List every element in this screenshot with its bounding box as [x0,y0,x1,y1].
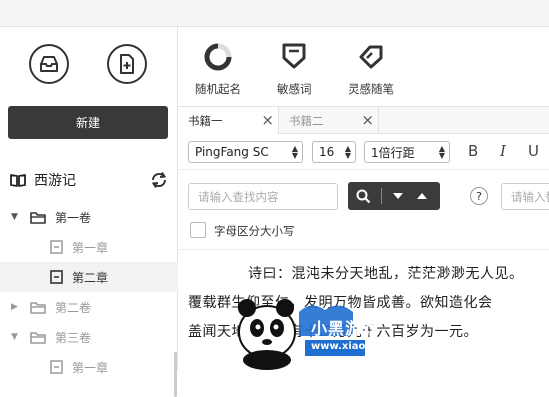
case-sensitive-checkbox[interactable] [190,222,206,238]
font-family-value: PingFang SC [195,145,269,159]
sensitive-words-label: 敏感词 [277,82,312,96]
chapter-tree: ▼ 第一卷 第一章 第二章 ▶ 第二卷 ▼ 第三卷 第一章 [0,202,178,382]
caret-up-icon[interactable] [417,193,427,199]
watermark-logo: 小黑游戏 www.xiaohei.com [215,270,410,370]
book-header[interactable]: 西游记 [10,170,170,190]
tree-label: 第二卷 [55,300,92,315]
tree-label: 第一卷 [55,210,92,225]
tab-book-2[interactable]: 书籍二 × [279,107,379,134]
font-size-value: 16 [319,145,335,159]
search-input[interactable]: 请输入查找内容 [188,183,338,210]
tab-bar: 书籍一 × 书籍二 × [178,107,549,134]
close-icon[interactable]: × [261,113,274,128]
document-icon [50,270,63,284]
select-arrows-icon: ▲ ▼ [291,144,298,160]
inspiration-notes-button[interactable]: 灵感随笔 [348,41,394,97]
select-arrows-icon: ▲ ▼ [438,144,445,160]
format-bar: PingFang SC ▲ ▼ 16 ▲ ▼ 1倍行距 ▲ ▼ B I U [178,134,549,170]
help-button[interactable]: ? [470,187,488,205]
find-replace-panel: 请输入查找内容 ? 请输入替换内容 字母区分大小写 [178,170,549,250]
folder-icon [30,331,46,344]
new-button[interactable]: 新建 [8,106,168,139]
tab-label: 书籍二 [289,113,324,128]
random-name-label: 随机起名 [195,82,241,96]
font-family-select[interactable]: PingFang SC ▲ ▼ [188,141,303,163]
close-icon[interactable]: × [361,113,374,128]
file-plus-icon [120,54,134,74]
caret-right-icon[interactable]: ▶ [11,302,19,312]
shield-icon [282,43,306,69]
ring-icon [204,43,232,71]
tree-volume-2[interactable]: ▶ 第二卷 [0,292,178,322]
caret-down-icon[interactable]: ▼ [11,332,19,342]
sync-icon[interactable] [150,171,168,189]
random-name-button[interactable]: 随机起名 [195,41,241,97]
tab-label: 书籍一 [188,113,223,128]
tree-chapter-2[interactable]: 第二章 [0,262,178,292]
italic-button[interactable]: I [500,142,506,160]
watermark-url: www.xiaohei.com [311,341,410,352]
new-file-button[interactable] [107,44,147,84]
tree-chapter-1[interactable]: 第一章 [0,232,178,262]
tag-icon [359,45,383,69]
inbox-button[interactable] [29,44,69,84]
font-size-select[interactable]: 16 ▲ ▼ [312,141,356,163]
tree-label: 第一章 [72,240,109,255]
caret-down-icon[interactable]: ▼ [11,212,19,222]
document-icon [50,240,63,254]
tool-bar: 随机起名 敏感词 灵感随笔 [178,27,549,107]
line-spacing-select[interactable]: 1倍行距 ▲ ▼ [364,141,450,163]
bold-button[interactable]: B [468,142,478,160]
inspiration-notes-label: 灵感随笔 [348,82,394,96]
select-arrows-icon: ▲ ▼ [344,144,351,160]
folder-icon [30,301,46,314]
line-spacing-value: 1倍行距 [371,145,415,160]
tab-book-1[interactable]: 书籍一 × [178,107,279,134]
caret-down-icon[interactable] [393,193,403,199]
tree-volume-3[interactable]: ▼ 第三卷 [0,322,178,352]
tree-volume-1[interactable]: ▼ 第一卷 [0,202,178,232]
tree-chapter-3-1[interactable]: 第一章 [0,352,178,382]
tree-label: 第三卷 [55,330,92,345]
sidebar-scrollbar[interactable] [174,352,177,397]
case-sensitive-label: 字母区分大小写 [214,224,295,238]
folder-icon [30,211,46,224]
sensitive-words-button[interactable]: 敏感词 [277,41,312,97]
sidebar: 新建 西游记 ▼ 第一卷 第一章 第二章 ▶ 第二卷 ▼ 第三卷 第一章 [0,27,178,397]
tree-label: 第一章 [72,360,109,375]
document-icon [50,360,63,374]
divider [381,188,382,204]
book-title: 西游记 [34,173,76,189]
inbox-icon [40,56,58,72]
search-button-group [348,182,440,210]
tree-label: 第二章 [72,270,109,285]
search-icon[interactable] [356,189,371,204]
watermark-brand: 小黑游戏 [311,319,380,338]
title-bar [0,0,549,27]
book-icon [10,174,26,187]
underline-button[interactable]: U [528,142,539,160]
replace-input[interactable]: 请输入替换内容 [501,183,549,210]
